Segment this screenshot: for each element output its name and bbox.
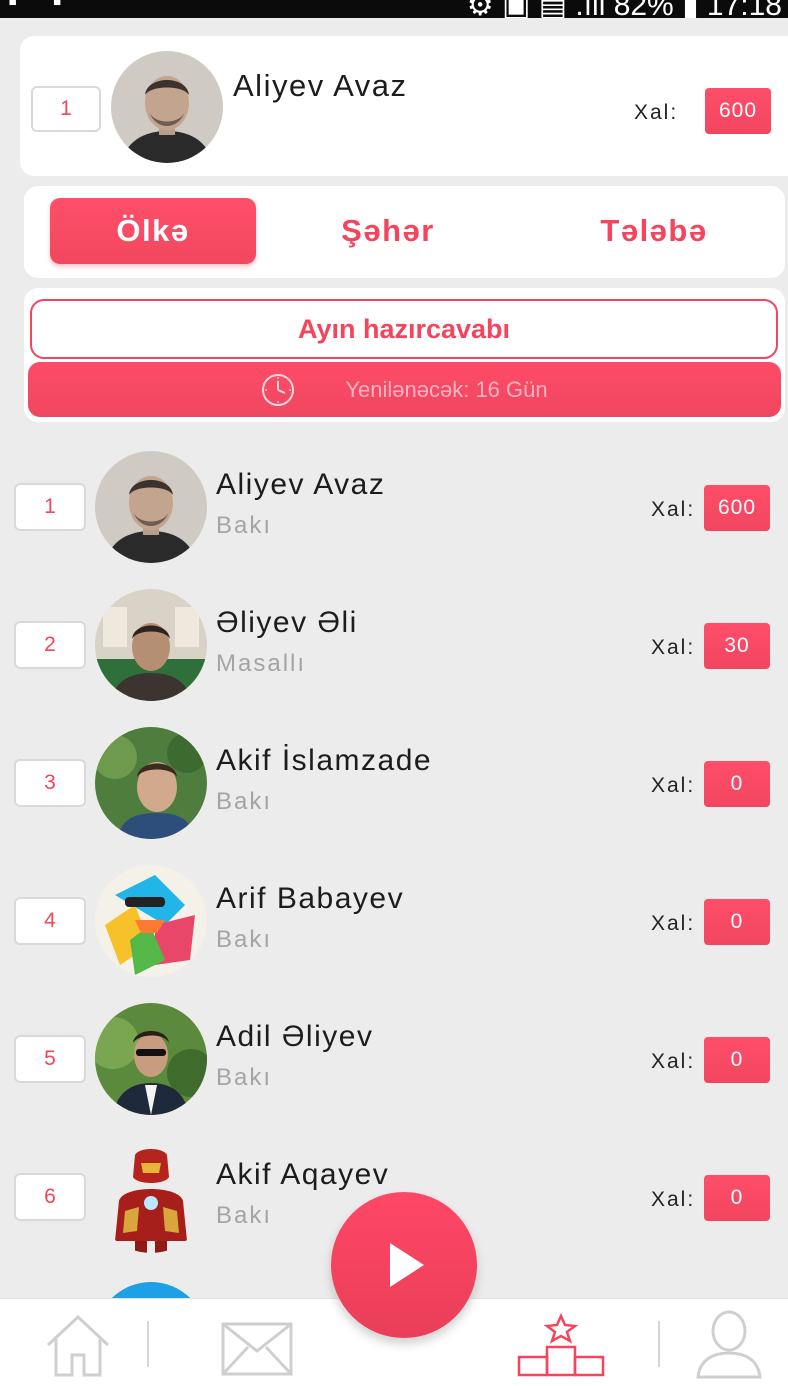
rank-number: 3	[14, 759, 86, 807]
scope-tabs: Ölkə Şəhər Tələbə	[24, 186, 785, 278]
list-item[interactable]: 1 Aliyev Avaz Bakı Xal: 600	[0, 440, 788, 578]
points-label: Xal:	[651, 1050, 696, 1073]
leaderboard-list[interactable]: 1 Aliyev Avaz Bakı Xal: 600 2 Əliyev Əli…	[0, 440, 788, 1300]
leaderboard-icon[interactable]	[515, 1313, 607, 1377]
player-city: Bakı	[216, 1064, 273, 1091]
points-label: Xal:	[651, 636, 696, 659]
player-city: Masallı	[216, 650, 307, 677]
player-name: Adil Əliyev	[216, 1020, 374, 1053]
play-icon	[390, 1243, 424, 1287]
player-city: Bakı	[216, 788, 273, 815]
avatar	[95, 1141, 207, 1253]
list-item[interactable]: 5 Adil Əliyev Bakı Xal: 0	[0, 992, 788, 1130]
points-label: Xal:	[651, 498, 696, 521]
profile-icon[interactable]	[694, 1309, 764, 1379]
tab-city[interactable]: Şəhər	[270, 198, 506, 264]
avatar	[111, 51, 223, 163]
rank-number: 5	[14, 1035, 86, 1083]
refresh-countdown-bar: Yenilənəcək: 16 Gün	[28, 362, 781, 417]
list-item[interactable]: 2 Əliyev Əli Masallı Xal: 30	[0, 578, 788, 716]
list-item[interactable]: 3 Akif İslamzade Bakı Xal: 0	[0, 716, 788, 854]
avatar	[95, 1003, 207, 1115]
status-bar: ▪ ▪ ⚙ ▣ ▤ .ıll 82% ▮ 17:18	[0, 0, 788, 18]
rank-number: 4	[14, 897, 86, 945]
rank-number: 1	[14, 483, 86, 531]
points-badge: 0	[704, 1037, 770, 1083]
points-badge: 0	[704, 761, 770, 807]
monthly-button[interactable]: Ayın hazırcavabı	[30, 299, 778, 359]
player-name: Aliyev Avaz	[216, 468, 386, 501]
clock-icon	[262, 373, 295, 406]
points-badge: 600	[705, 88, 771, 134]
player-name: Akif İslamzade	[216, 744, 433, 777]
nav-divider	[147, 1321, 149, 1367]
points-label: Xal:	[651, 1188, 696, 1211]
points-badge: 600	[704, 485, 770, 531]
rank-number: 2	[14, 621, 86, 669]
home-icon[interactable]	[42, 1311, 114, 1379]
points-badge: 30	[704, 623, 770, 669]
player-name: Əliyev Əli	[216, 606, 358, 639]
points-badge: 0	[704, 899, 770, 945]
current-user-name: Aliyev Avaz	[233, 68, 408, 103]
points-label: Xal:	[634, 101, 679, 124]
monthly-card: Ayın hazırcavabı Yenilənəcək: 16 Gün	[24, 288, 785, 422]
avatar	[95, 865, 207, 977]
points-label: Xal:	[651, 912, 696, 935]
list-item[interactable]: 4 Arif Babayev Bakı Xal: 0	[0, 854, 788, 992]
nav-divider	[658, 1321, 660, 1367]
play-button[interactable]	[331, 1192, 477, 1338]
player-city: Bakı	[216, 1202, 273, 1229]
mail-icon[interactable]	[220, 1321, 294, 1377]
player-name: Akif Aqayev	[216, 1158, 390, 1191]
status-left-icons: ▪ ▪	[8, 0, 76, 16]
avatar	[95, 451, 207, 563]
player-name: Arif Babayev	[216, 882, 405, 915]
tab-student[interactable]: Tələbə	[534, 198, 774, 264]
player-city: Bakı	[216, 512, 273, 539]
tab-country[interactable]: Ölkə	[50, 198, 256, 264]
avatar	[95, 589, 207, 701]
current-user-rank: 1	[31, 86, 101, 132]
points-label: Xal:	[651, 774, 696, 797]
points-badge: 0	[704, 1175, 770, 1221]
player-city: Bakı	[216, 926, 273, 953]
status-right-info: ⚙ ▣ ▤ .ıll 82% ▮ 17:18	[466, 0, 782, 18]
avatar	[95, 727, 207, 839]
rank-number: 6	[14, 1173, 86, 1221]
current-user-card: 1 Aliyev Avaz Xal: 600	[20, 36, 788, 176]
refresh-countdown-text: Yenilənəcək: 16 Gün	[345, 376, 548, 402]
